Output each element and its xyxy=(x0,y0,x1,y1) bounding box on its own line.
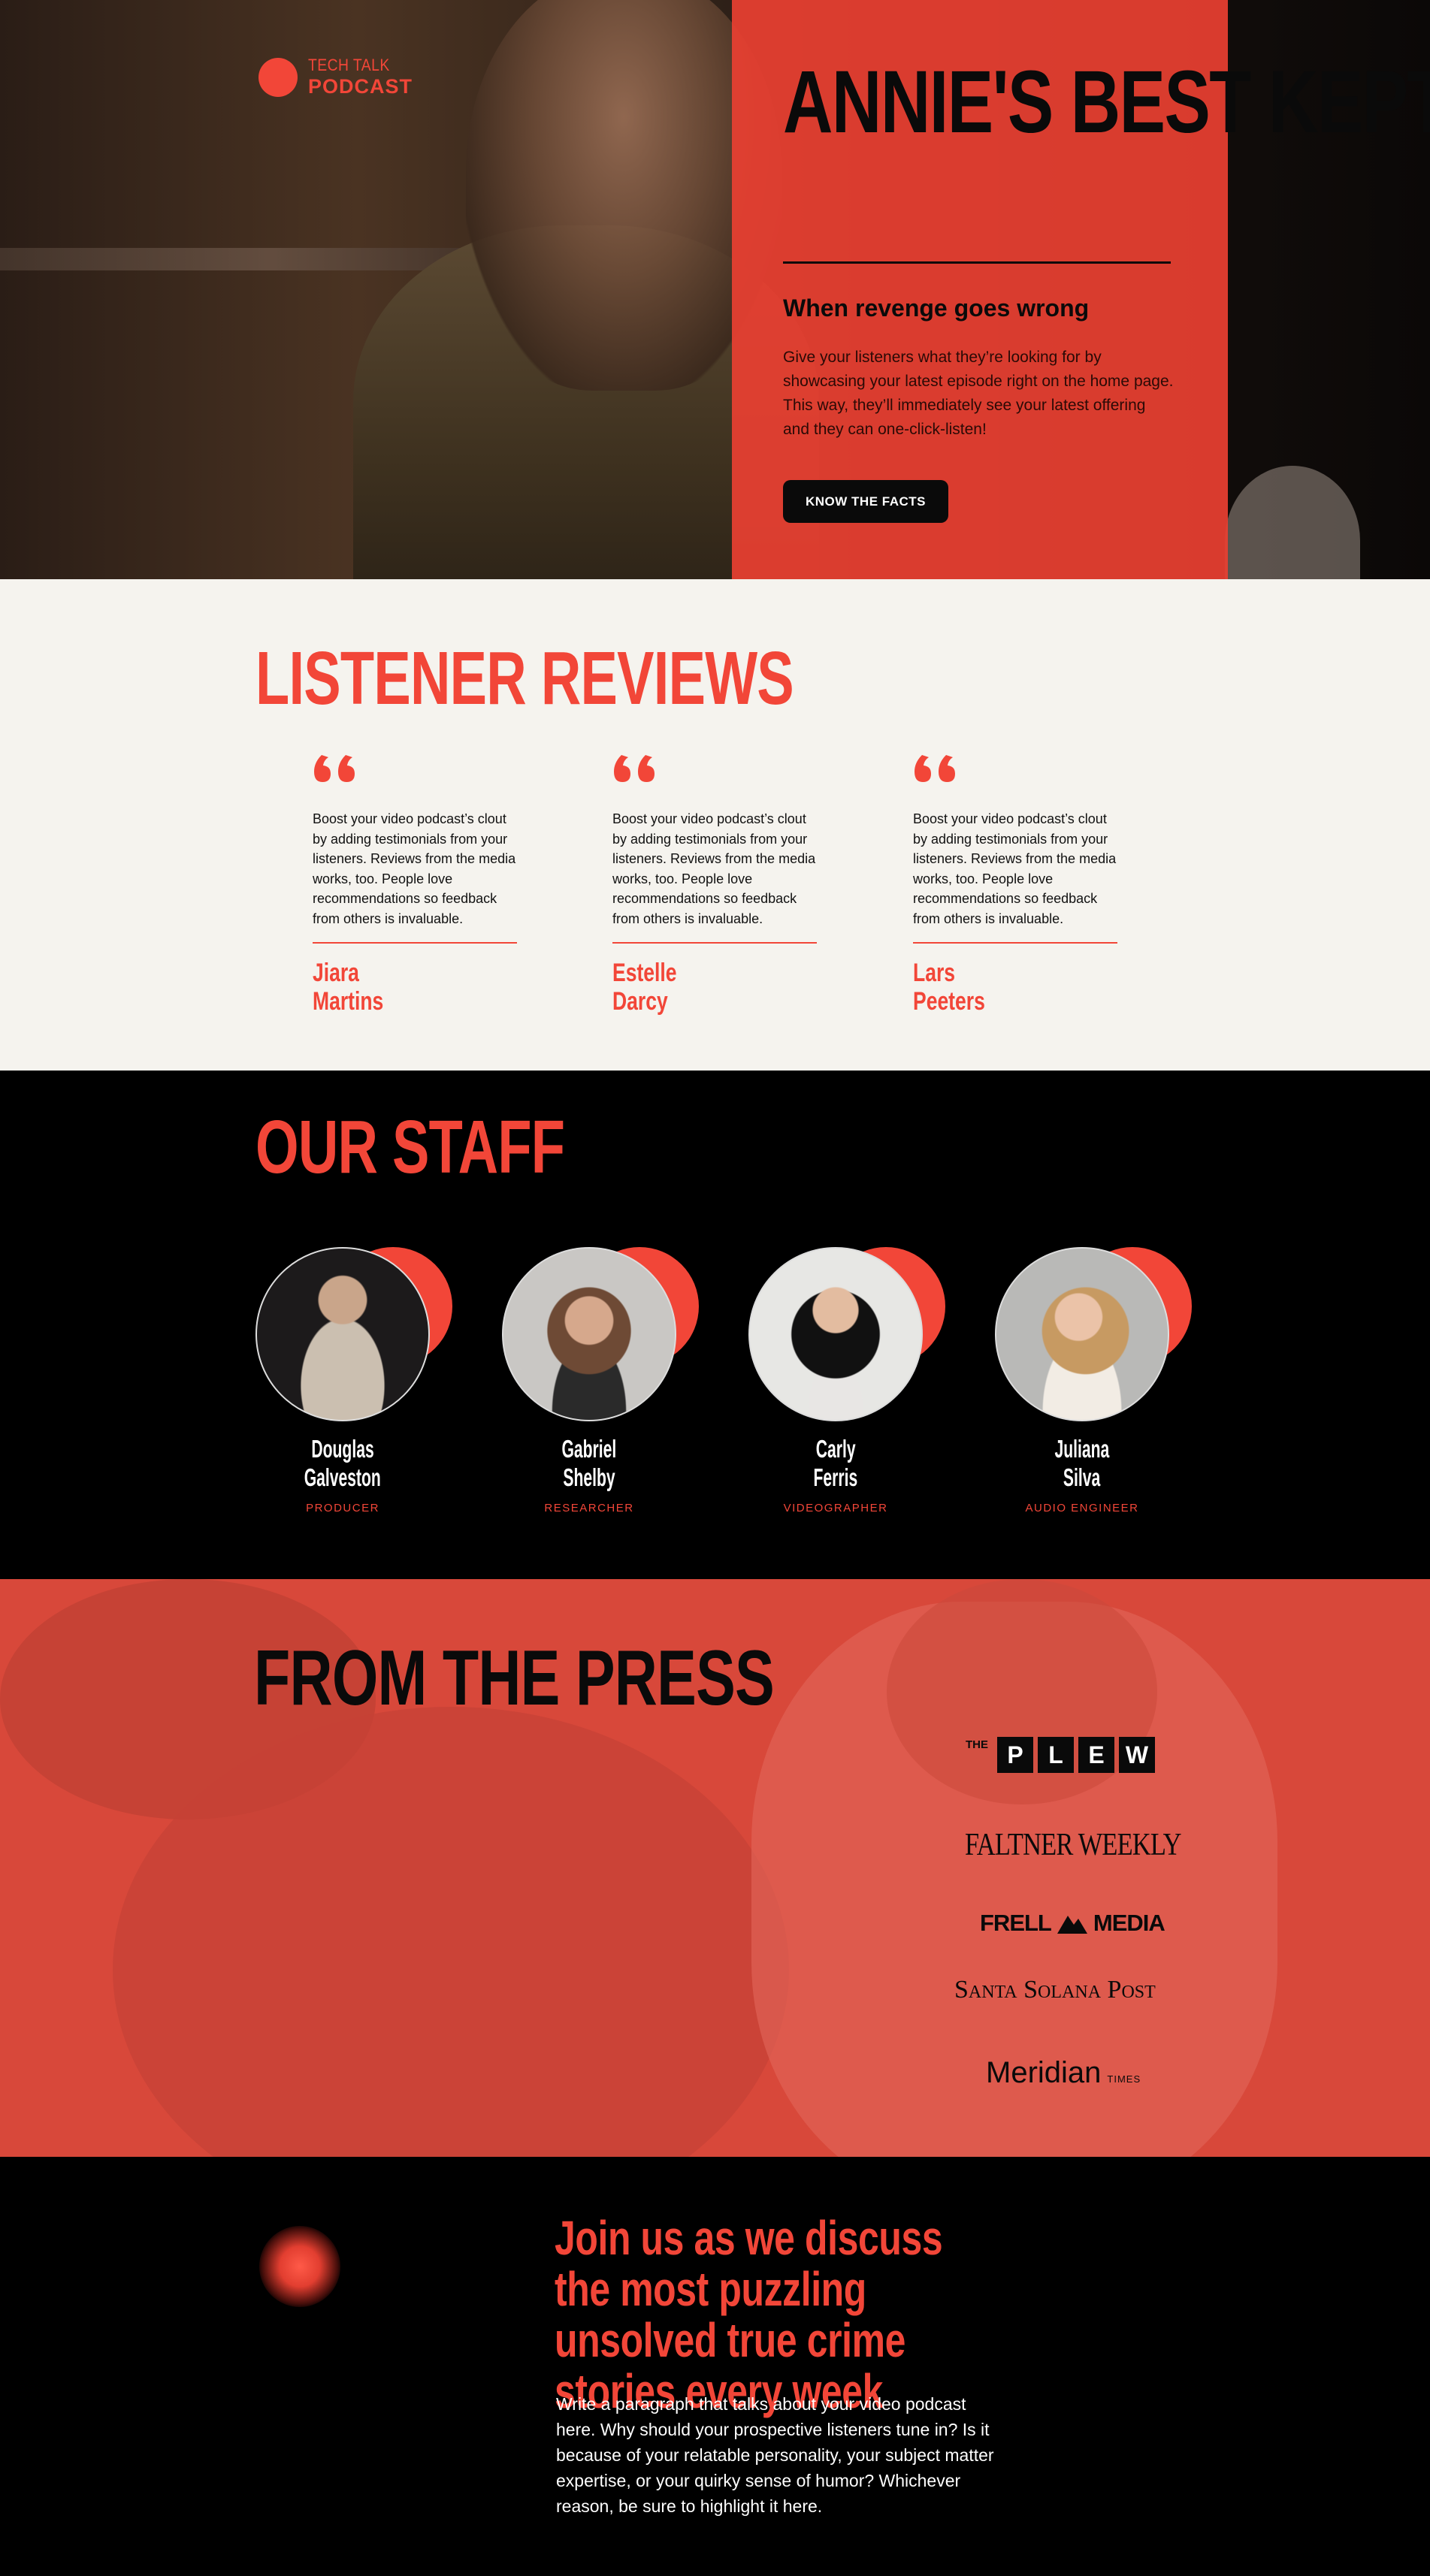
staff-member: Douglas Galveston PRODUCER xyxy=(255,1247,452,1563)
glow-dot-icon xyxy=(259,2226,340,2307)
staff-member: Juliana Silva AUDIO ENGINEER xyxy=(995,1247,1192,1563)
staff-role: AUDIO ENGINEER xyxy=(1025,1502,1139,1514)
review-card: Boost your video podcast’s clout by addi… xyxy=(313,752,519,1016)
avatar xyxy=(995,1247,1169,1421)
quote-icon xyxy=(915,755,955,782)
santa-solana-post-logo: Santa Solana Post xyxy=(954,1976,1156,2004)
review-divider xyxy=(612,942,817,944)
from-the-press-section: FROM THE PRESS THE P L E W FALTNER WEEKL… xyxy=(0,1579,1430,2157)
press-heading: FROM THE PRESS xyxy=(254,1635,775,1722)
the-plew-logo: THE P L E W xyxy=(966,1737,1155,1773)
quote-icon xyxy=(614,755,655,782)
hero-background-mic xyxy=(1225,466,1360,579)
staff-name: Carly Ferris xyxy=(813,1435,858,1491)
our-staff-section: OUR STAFF Douglas Galveston PRODUCER Gabr… xyxy=(0,1071,1430,1579)
reviewer-name: Jiara Martins xyxy=(313,959,384,1016)
know-the-facts-button[interactable]: KNOW THE FACTS xyxy=(783,480,948,523)
review-text: Boost your video podcast’s clout by addi… xyxy=(612,811,816,926)
review-card: Boost your video podcast’s clout by addi… xyxy=(612,752,819,1016)
staff-role: PRODUCER xyxy=(306,1502,379,1514)
episode-subtitle: When revenge goes wrong xyxy=(783,294,1090,322)
avatar xyxy=(748,1247,923,1421)
reviews-heading: LISTENER REVIEWS xyxy=(255,636,794,720)
staff-name: Gabriel Shelby xyxy=(561,1435,617,1491)
site-logo[interactable]: TECH TALK PODCAST xyxy=(258,57,413,97)
logo-circle-icon xyxy=(258,57,298,97)
logo-line-2: PODCAST xyxy=(308,75,413,98)
staff-role: RESEARCHER xyxy=(544,1502,634,1514)
avatar xyxy=(255,1247,430,1421)
join-section: Join us as we discuss the most puzzling … xyxy=(0,2157,1430,2576)
avatar xyxy=(502,1247,676,1421)
staff-name: Juliana Silva xyxy=(1054,1435,1110,1491)
episode-title: ANNIE'S BEST KEPT SECRET xyxy=(783,53,1430,152)
join-description: Write a paragraph that talks about your … xyxy=(556,2394,994,2516)
join-heading: Join us as we discuss the most puzzling … xyxy=(555,2211,943,2418)
review-text: Boost your video podcast’s clout by addi… xyxy=(913,811,1117,926)
faltner-weekly-logo: FALTNER WEEKLY xyxy=(965,1828,1182,1862)
staff-heading: OUR STAFF xyxy=(255,1105,565,1189)
listener-reviews-section: LISTENER REVIEWS Boost your video podcas… xyxy=(0,579,1430,1071)
logo-wordmark: TECH TALK PODCAST xyxy=(308,57,413,97)
review-divider xyxy=(313,942,517,944)
logo-line-1: TECH TALK xyxy=(308,56,390,74)
hero-section: TECH TALK PODCAST ANNIE'S BEST KEPT SECR… xyxy=(0,0,1430,579)
staff-role: VIDEOGRAPHER xyxy=(783,1502,888,1514)
quote-icon xyxy=(314,755,355,782)
reviewer-name: Estelle Darcy xyxy=(612,959,677,1016)
staff-member: Gabriel Shelby RESEARCHER xyxy=(502,1247,699,1563)
review-divider xyxy=(913,942,1117,944)
hero-divider xyxy=(783,261,1171,264)
frell-media-logo: FRELL MEDIA xyxy=(980,1910,1165,1936)
staff-member: Carly Ferris VIDEOGRAPHER xyxy=(748,1247,945,1563)
hero-episode-panel: ANNIE'S BEST KEPT SECRET When revenge go… xyxy=(732,0,1430,579)
episode-description: Give your listeners what they’re looking… xyxy=(783,349,1174,438)
reviewer-name: Lars Peeters xyxy=(913,959,985,1016)
staff-name: Douglas Galveston xyxy=(304,1435,382,1491)
mountain-icon xyxy=(1057,1916,1087,1934)
meridian-times-logo: Meridian TIMES xyxy=(986,2056,1141,2089)
review-text: Boost your video podcast’s clout by addi… xyxy=(313,811,516,926)
review-card: Boost your video podcast’s clout by addi… xyxy=(913,752,1120,1016)
